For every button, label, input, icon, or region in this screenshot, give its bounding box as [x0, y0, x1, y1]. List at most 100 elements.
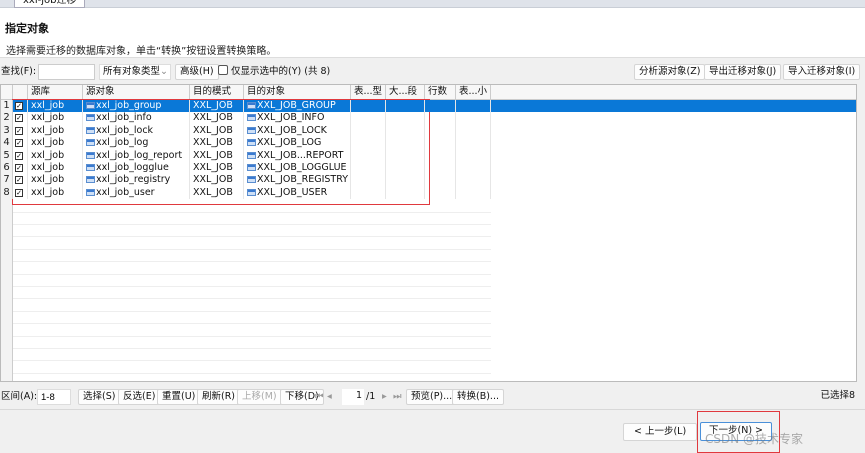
row-number: 6	[1, 162, 13, 175]
col-table-type[interactable]: 表...型	[351, 85, 386, 100]
object-type-select[interactable]: 所有对象类型 ⌄	[99, 64, 171, 80]
only-selected-checkbox[interactable]: 仅显示选中的(Y) (共 8)	[218, 64, 330, 80]
move-up-button[interactable]: 上移(M)	[237, 389, 282, 405]
table-icon	[247, 188, 256, 196]
row-checkbox[interactable]: ✓	[13, 100, 28, 113]
table-row[interactable]: 4 ✓ xxl_job xxl_job_log XXL_JOB XXL_JOB_LOG	[1, 137, 856, 150]
cell-empty	[351, 162, 386, 175]
cell-src_obj: xxl_job_log_report	[83, 149, 190, 162]
cell-empty	[425, 112, 456, 125]
divider	[0, 409, 865, 410]
next-page-icon[interactable]: ▸	[382, 389, 387, 405]
cell-empty	[456, 137, 491, 150]
page-title: 指定对象	[5, 22, 49, 35]
cell-empty	[425, 162, 456, 175]
col-rows[interactable]: 行数	[425, 85, 456, 100]
cell-empty	[425, 186, 456, 200]
table-row[interactable]: 6 ✓ xxl_job xxl_job_logglue XXL_JOB XXL_JOB_L…	[1, 162, 856, 175]
row-checkbox[interactable]: ✓	[13, 137, 28, 150]
objects-table: 源库 源对象 目的模式 目的对象 表...型 大...段 行数 表...小 1 ✓…	[0, 84, 857, 382]
row-checkbox[interactable]: ✓	[13, 149, 28, 162]
checkbox-checked-icon: ✓	[15, 114, 23, 123]
cell-empty	[351, 149, 386, 162]
cell-text: XXL_JOB	[193, 186, 233, 198]
refresh-button[interactable]: 刷新(R)	[197, 389, 241, 405]
cell-text: XXL_JOB_INFO	[257, 112, 325, 124]
row-checkbox[interactable]: ✓	[13, 112, 28, 125]
cell-text: xxl_job_log	[96, 137, 149, 149]
row-checkbox[interactable]: ✓	[13, 174, 28, 187]
row-number: 1	[1, 100, 13, 113]
cell-empty	[456, 124, 491, 138]
header-check	[13, 85, 28, 100]
cell-text: xxl_job_logglue	[96, 162, 169, 173]
cell-text: xxl_job	[31, 186, 65, 198]
last-page-icon[interactable]: ⏭	[393, 389, 402, 405]
table-row[interactable]: 8 ✓ xxl_job xxl_job_user XXL_JOB XXL_JOB_USER	[1, 186, 856, 200]
import-objects-button[interactable]: 导入迁移对象(I)	[783, 64, 861, 80]
prev-step-button[interactable]: < 上一步(L)	[623, 423, 698, 441]
table-row[interactable]: 7 ✓ xxl_job xxl_job_registry XXL_JOB XXL_JOB_…	[1, 174, 856, 187]
row-checkbox[interactable]: ✓	[13, 186, 28, 200]
cell-text: XXL_JOB_USER	[257, 186, 328, 198]
col-dest-schema[interactable]: 目的模式	[190, 85, 244, 100]
cell-dest: XXL_JOB_REGISTRY	[244, 174, 351, 187]
preview-button[interactable]: 预览(P)...	[406, 389, 458, 405]
cell-empty	[425, 137, 456, 150]
table-row[interactable]: 5 ✓ xxl_job xxl_job_log_report XXL_JOB XXL_JO…	[1, 149, 856, 162]
prev-page-icon[interactable]: ◂	[327, 389, 332, 405]
checkbox-checked-icon: ✓	[15, 102, 23, 110]
only-selected-label: 仅显示选中的(Y)	[231, 66, 302, 77]
grid-line	[1, 310, 491, 312]
col-dest-obj[interactable]: 目的对象	[244, 85, 351, 100]
cell-text: XXL_JOB	[193, 162, 233, 173]
row-checkbox[interactable]: ✓	[13, 162, 28, 175]
cell-empty	[456, 112, 491, 125]
grid-line	[1, 348, 491, 349]
cell-text: XXL_JOB	[193, 124, 233, 136]
checkbox-checked-icon: ✓	[15, 139, 23, 148]
cell-text: xxl_job_lock	[96, 124, 154, 136]
cell-text: XXL_JOB	[193, 149, 233, 161]
col-large-field[interactable]: 大...段	[386, 85, 425, 100]
convert-button[interactable]: 转换(B)...	[452, 389, 504, 405]
col-src-db[interactable]: 源库	[28, 85, 83, 100]
cell-text: xxl_job	[31, 174, 65, 186]
cell-src_db: xxl_job	[28, 112, 83, 125]
invert-button[interactable]: 反选(E)	[118, 389, 161, 405]
row-checkbox[interactable]: ✓	[13, 124, 28, 138]
col-src-obj[interactable]: 源对象	[83, 85, 190, 100]
cell-empty	[425, 174, 456, 187]
cell-text: XXL_JOB_REGISTRY	[257, 174, 349, 186]
cell-text: XXL_JOB	[193, 174, 233, 186]
cell-src_obj: xxl_job_log	[83, 137, 190, 150]
table-row[interactable]: 3 ✓ xxl_job xxl_job_lock XXL_JOB XXL_JOB_LOCK	[1, 124, 856, 138]
col-table-size[interactable]: 表...小	[456, 85, 491, 100]
row-number: 5	[1, 149, 13, 162]
cell-empty	[386, 162, 425, 175]
row-number: 8	[1, 186, 13, 200]
tab-xxl-job-migration[interactable]: xxl-job迁移	[14, 0, 86, 8]
cell-dest: XXL_JOB_GROUP	[244, 100, 351, 113]
cell-empty	[351, 112, 386, 125]
cell-empty	[456, 149, 491, 162]
export-objects-button[interactable]: 导出迁移对象(J)	[704, 64, 782, 80]
first-page-icon[interactable]: ⏮	[315, 389, 324, 405]
select-button[interactable]: 选择(S)	[78, 389, 121, 405]
table-row[interactable]: 2 ✓ xxl_job xxl_job_info XXL_JOB XXL_JOB_INFO	[1, 112, 856, 125]
cell-src_obj: xxl_job_registry	[83, 174, 190, 187]
cell-src_obj: xxl_job_lock	[83, 124, 190, 138]
page-input[interactable]: 1	[342, 389, 364, 405]
table-icon	[247, 126, 256, 134]
grid-line	[1, 211, 491, 213]
cell-src_db: xxl_job	[28, 162, 83, 175]
reset-button[interactable]: 重置(U)	[157, 389, 201, 405]
table-row[interactable]: 1 ✓ xxl_job xxl_job_group XXL_JOB XXL_JOB_GRO…	[1, 100, 856, 113]
cell-schema: XXL_JOB	[190, 174, 244, 187]
advanced-button[interactable]: 高级(H)	[175, 64, 219, 80]
watermark: CSDN @技术专家	[705, 432, 804, 446]
find-input[interactable]	[38, 64, 95, 80]
range-input[interactable]	[37, 389, 71, 405]
analyze-source-button[interactable]: 分析源对象(Z)	[634, 64, 706, 80]
cell-text: xxl_job	[31, 137, 65, 149]
